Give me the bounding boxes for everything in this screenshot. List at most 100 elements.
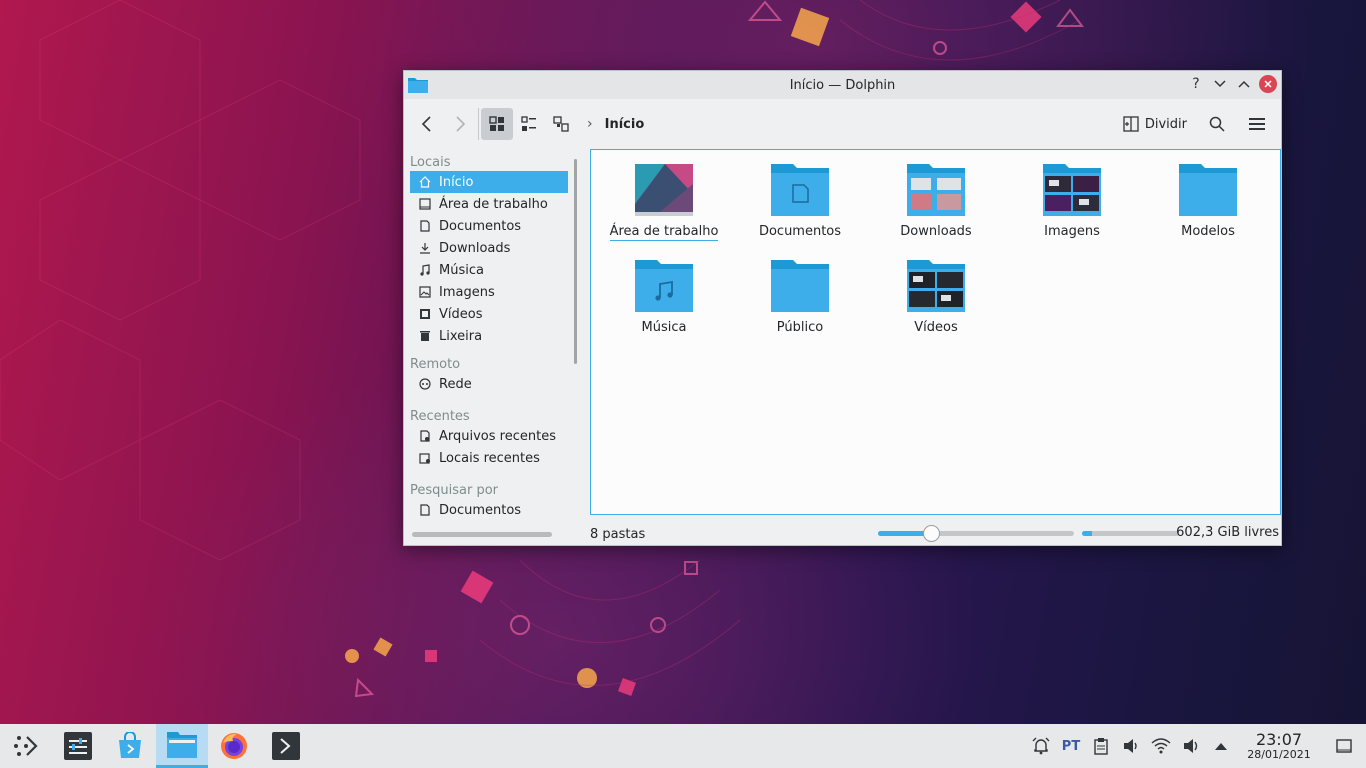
folder-icon	[1179, 164, 1237, 216]
sidebar-item-label: Rede	[439, 376, 472, 392]
section-pesquisar-por: Pesquisar por	[410, 483, 499, 498]
back-button[interactable]	[412, 108, 444, 140]
help-button[interactable]: ?	[1187, 75, 1205, 93]
store-icon	[119, 732, 141, 758]
folder-icon	[167, 731, 197, 758]
clipboard-tray[interactable]	[1086, 724, 1116, 768]
app-launcher-button[interactable]	[0, 724, 52, 768]
breadcrumb-current[interactable]: Início	[605, 117, 645, 132]
sidebar-item-videos[interactable]: Vídeos	[410, 303, 568, 325]
clock-time: 23:07	[1255, 729, 1303, 749]
minimize-button[interactable]	[1211, 75, 1229, 93]
forward-button[interactable]	[444, 108, 476, 140]
recent-places-icon	[418, 451, 432, 465]
music-icon	[418, 263, 432, 277]
breadcrumb-separator-icon: ›	[587, 116, 593, 132]
sidebar-item-documentos[interactable]: Documentos	[410, 215, 568, 237]
audio-tray[interactable]	[1116, 724, 1146, 768]
toolbar-separator	[478, 108, 479, 140]
sidebar-scrollbar[interactable]	[574, 159, 577, 364]
taskbar-konsole[interactable]	[260, 724, 312, 768]
window-title: Início — Dolphin	[789, 77, 896, 93]
alarm-bell-icon	[1032, 737, 1050, 755]
settings-icon	[64, 732, 92, 760]
section-locais: Locais	[410, 155, 451, 170]
recent-files-icon	[418, 429, 432, 443]
sidebar-item-label: Imagens	[439, 284, 495, 300]
folder-imagens[interactable]: Imagens	[1007, 164, 1137, 239]
taskbar-discover[interactable]	[104, 724, 156, 768]
speaker-icon	[1124, 739, 1137, 753]
maximize-button[interactable]	[1235, 75, 1253, 93]
tray-expand-button[interactable]	[1206, 724, 1236, 768]
sidebar-item-locais-recentes[interactable]: Locais recentes	[410, 447, 568, 469]
item-label: Imagens	[1044, 224, 1100, 239]
sidebar-item-search-documentos[interactable]: Documentos	[410, 499, 568, 521]
taskbar: PT 23:07 28/01/2021	[0, 724, 1366, 768]
sidebar-item-downloads[interactable]: Downloads	[410, 237, 568, 259]
menu-button[interactable]	[1241, 108, 1273, 140]
folder-area-de-trabalho[interactable]: Área de trabalho	[599, 164, 729, 241]
folder-icon	[771, 260, 829, 312]
details-view-button[interactable]	[545, 108, 577, 140]
sidebar-item-label: Vídeos	[439, 306, 483, 322]
notifications-tray[interactable]	[1026, 724, 1056, 768]
details-view-icon	[553, 116, 569, 132]
sidebar-horizontal-scrollbar[interactable]	[412, 532, 552, 537]
places-panel: Locais Início Área de trabalho Documento…	[404, 149, 574, 523]
triangle-up-icon	[1215, 743, 1227, 750]
keyboard-layout-indicator[interactable]: PT	[1056, 724, 1086, 768]
sidebar-item-label: Documentos	[439, 502, 522, 518]
folder-downloads[interactable]: Downloads	[871, 164, 1001, 239]
compact-view-icon	[521, 116, 536, 131]
folder-publico[interactable]: Público	[735, 260, 865, 335]
sidebar-item-label: Início	[439, 174, 474, 190]
music-folder-icon	[635, 260, 693, 312]
title-bar[interactable]: Início — Dolphin ?	[404, 71, 1281, 99]
folder-modelos[interactable]: Modelos	[1143, 164, 1273, 239]
free-space-bar	[1082, 531, 1179, 536]
sidebar-item-lixeira[interactable]: Lixeira	[410, 325, 568, 347]
folder-documentos[interactable]: Documentos	[735, 164, 865, 239]
sidebar-item-label: Arquivos recentes	[439, 428, 556, 444]
toolbar: › Início Dividir	[404, 99, 1281, 149]
taskbar-firefox[interactable]	[208, 724, 260, 768]
split-button-label: Dividir	[1144, 116, 1187, 132]
sidebar-item-imagens[interactable]: Imagens	[410, 281, 568, 303]
digital-clock[interactable]: 23:07 28/01/2021	[1236, 729, 1322, 760]
document-icon	[418, 503, 432, 517]
desktop-folder-icon	[635, 164, 693, 216]
compact-view-button[interactable]	[513, 108, 545, 140]
sidebar-item-rede[interactable]: Rede	[410, 373, 568, 395]
taskbar-system-settings[interactable]	[52, 724, 104, 768]
sidebar-item-musica[interactable]: Música	[410, 259, 568, 281]
kde-launcher-icon	[14, 736, 38, 756]
sidebar-item-label: Área de trabalho	[439, 196, 548, 212]
sidebar-item-area-de-trabalho[interactable]: Área de trabalho	[410, 193, 568, 215]
volume-tray[interactable]	[1176, 724, 1206, 768]
section-remoto: Remoto	[410, 357, 461, 372]
desktop-icon	[418, 197, 432, 211]
zoom-slider-handle[interactable]	[922, 525, 940, 542]
network-tray[interactable]	[1146, 724, 1176, 768]
show-desktop-button[interactable]	[1322, 724, 1366, 768]
search-button[interactable]	[1201, 108, 1233, 140]
taskbar-dolphin[interactable]	[156, 724, 208, 768]
sidebar-item-arquivos-recentes[interactable]: Arquivos recentes	[410, 425, 568, 447]
clipboard-icon	[1094, 738, 1108, 755]
sidebar-item-inicio[interactable]: Início	[410, 171, 568, 193]
dolphin-window: Início — Dolphin ? › Início Dividir Loca…	[403, 70, 1282, 546]
icons-view-button[interactable]	[481, 108, 513, 140]
download-icon	[418, 241, 432, 255]
documents-folder-icon	[771, 164, 829, 216]
close-button[interactable]	[1259, 75, 1277, 93]
file-view[interactable]: Área de trabalho Documentos Downloads Im…	[590, 149, 1281, 515]
status-bar: 8 pastas 602,3 GiB livres	[590, 523, 1281, 545]
section-recentes: Recentes	[410, 409, 470, 424]
folder-musica[interactable]: Música	[599, 260, 729, 335]
hamburger-menu-icon	[1249, 118, 1265, 130]
zoom-slider[interactable]	[878, 525, 1074, 542]
split-button[interactable]: Dividir	[1117, 108, 1193, 140]
sidebar-item-label: Música	[439, 262, 484, 278]
folder-videos[interactable]: Vídeos	[871, 260, 1001, 335]
